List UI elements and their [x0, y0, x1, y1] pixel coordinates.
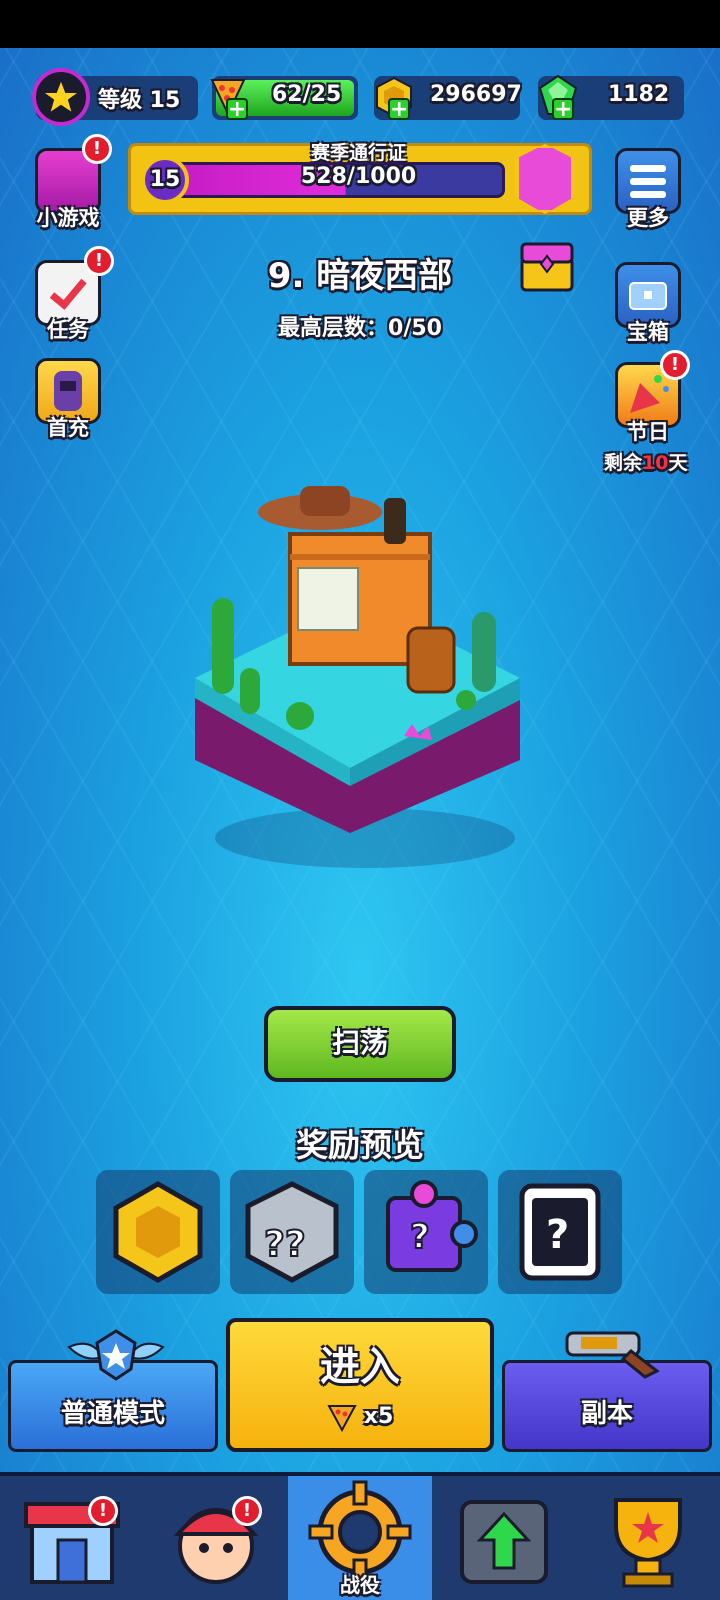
festival-alert-icon: !: [660, 350, 690, 380]
enter-cost: x5: [230, 1402, 490, 1433]
nav-shop[interactable]: !: [0, 1476, 144, 1600]
reward-preview-title: 奖励预览: [295, 1126, 424, 1164]
normal-mode-label: 普通模式: [60, 1399, 165, 1429]
stage-floor-record: 最高层数：0/50: [278, 316, 442, 341]
season-pass-level-badge: 15: [141, 156, 189, 204]
coins-panel[interactable]: + 296697: [374, 76, 522, 121]
reward-slot-dice[interactable]: ??: [230, 1170, 354, 1294]
dungeon-label: 副本: [580, 1399, 633, 1429]
player-level-panel[interactable]: 等级 15: [32, 68, 198, 126]
gems-add-button[interactable]: +: [552, 98, 574, 121]
reward-slot-coin[interactable]: [96, 1170, 220, 1294]
gems-panel[interactable]: + 1182: [538, 74, 684, 121]
first-recharge-label: 首充: [47, 416, 89, 440]
nav-heroes[interactable]: !: [144, 1476, 288, 1600]
wings-badge-icon: [61, 1327, 171, 1387]
mystery-dice-icon: ??: [245, 1181, 339, 1283]
coins-add-button[interactable]: +: [388, 98, 410, 121]
heroes-alert-icon: !: [232, 1496, 262, 1526]
blaster-gun-icon: [561, 1323, 671, 1383]
trophy-icon: [614, 1498, 682, 1588]
nav-campaign-label: 战役: [340, 1573, 380, 1597]
game-screen: 等级 15 + 62/25 + 296697 + 1182 赛季通行证 15 5…: [0, 48, 720, 1600]
festival-countdown: 剩余10天: [604, 448, 687, 475]
minigame-button[interactable]: 小游戏 !: [30, 134, 112, 232]
enter-label: 进入: [320, 1344, 400, 1390]
coin-icon: [113, 1181, 203, 1283]
season-pass-banner[interactable]: 赛季通行证 15 528/1000: [128, 142, 592, 215]
enter-cost-text: x5: [363, 1404, 394, 1429]
season-pass-rank-icon: [515, 144, 575, 214]
coins-text: 296697: [430, 82, 522, 107]
player-level-text: 等级 15: [98, 88, 181, 113]
svg-text:?: ?: [546, 1212, 569, 1258]
reward-slot-puzzle[interactable]: ?: [364, 1170, 488, 1294]
first-recharge-button[interactable]: 首充: [30, 358, 106, 442]
energy-add-button[interactable]: +: [226, 98, 248, 121]
nav-trophy[interactable]: [576, 1476, 720, 1600]
season-pass-title: 赛季通行证: [311, 142, 407, 164]
status-bar: [0, 0, 720, 48]
mystery-card-icon: ?: [519, 1183, 601, 1281]
energy-text: 62/25: [272, 82, 342, 107]
festival-countdown-days: 10: [642, 452, 669, 474]
reward-slot-card[interactable]: ?: [498, 1170, 622, 1294]
minigame-label: 小游戏: [36, 206, 100, 230]
festival-label: 节日: [627, 420, 669, 444]
stage-title: 9. 暗夜西部: [267, 256, 453, 296]
sweep-button[interactable]: 扫荡: [264, 1006, 456, 1082]
hero-face-icon: [173, 1508, 259, 1584]
puzzle-piece-icon: ?: [386, 1180, 478, 1272]
normal-mode-button[interactable]: 普通模式: [8, 1329, 218, 1452]
stage-island-illustration[interactable]: [190, 468, 530, 888]
svg-text:??: ??: [264, 1224, 306, 1265]
nav-campaign[interactable]: 战役: [288, 1476, 432, 1600]
festival-countdown-suffix: 天: [668, 452, 688, 474]
pizza-energy-icon: [327, 1405, 357, 1433]
shop-alert-icon: !: [88, 1496, 118, 1526]
more-label: 更多: [627, 206, 669, 230]
upgrade-arrow-icon: [460, 1500, 548, 1584]
more-button[interactable]: 更多: [610, 148, 686, 232]
energy-panel[interactable]: + 62/25: [210, 76, 358, 121]
festival-button[interactable]: 节日 !: [610, 350, 690, 446]
svg-text:?: ?: [410, 1217, 430, 1257]
gems-text: 1182: [608, 82, 670, 107]
player-level-star-icon: [32, 68, 90, 126]
dungeon-button[interactable]: 副本: [502, 1331, 712, 1452]
nav-upgrade[interactable]: [432, 1476, 576, 1600]
minigame-alert-icon: !: [82, 134, 112, 164]
bottom-nav: ! ! 战役: [0, 1472, 720, 1600]
festival-countdown-prefix: 剩余: [604, 452, 643, 474]
season-pass-progress-text: 528/1000: [301, 164, 417, 189]
enter-stage-button[interactable]: 进入 x5: [226, 1318, 494, 1452]
shop-icon: [24, 1502, 120, 1584]
stage-reward-chest-icon[interactable]: [518, 238, 576, 294]
